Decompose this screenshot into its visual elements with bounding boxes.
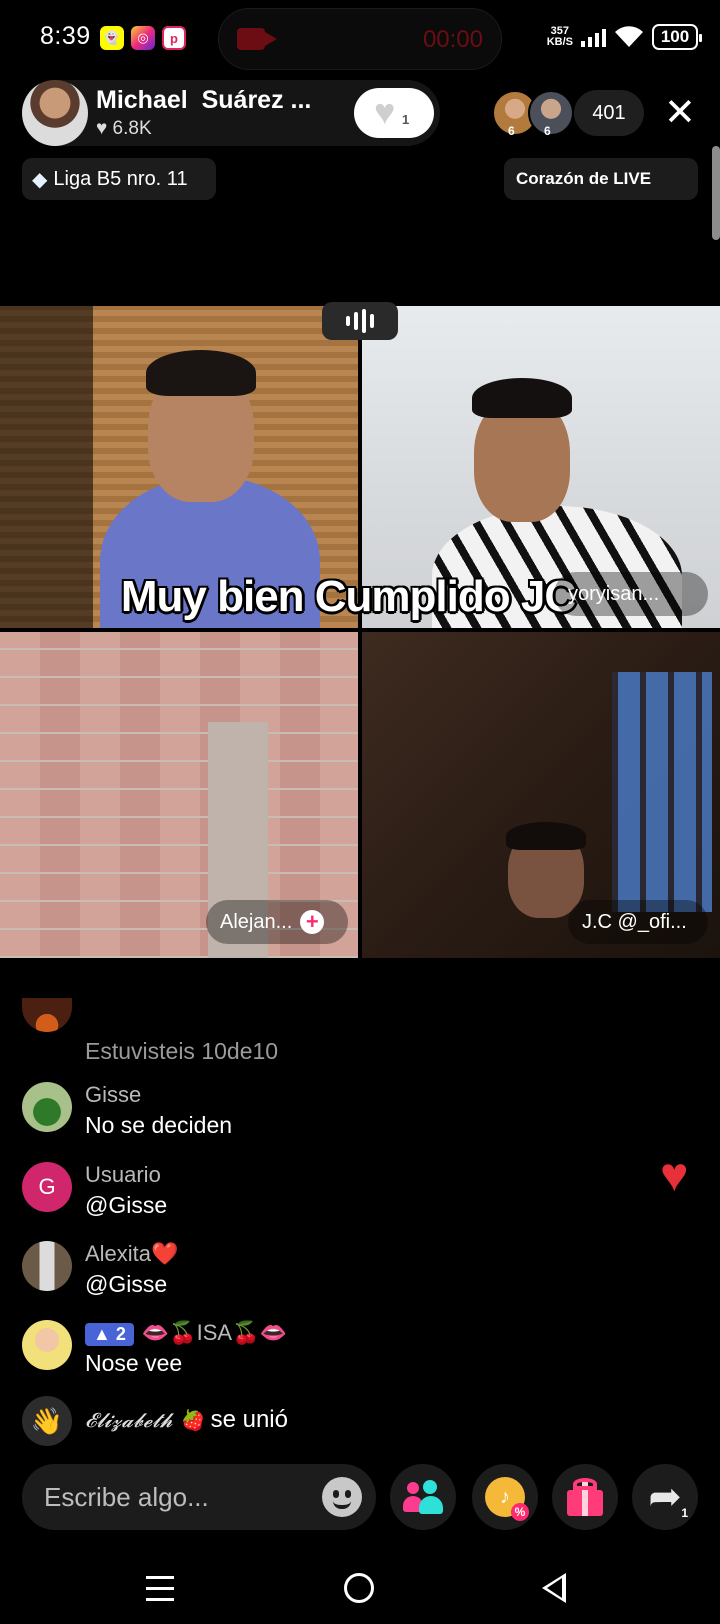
- side-panel-handle[interactable]: [712, 146, 720, 240]
- host-name: Michael Suárez ...: [96, 86, 312, 114]
- window-bars: [612, 672, 712, 912]
- commenter-name: Alexita❤️: [85, 1241, 179, 1266]
- recording-time: 00:00: [422, 26, 483, 53]
- guest-figure: [472, 378, 572, 418]
- snapchat-icon: 👻: [100, 26, 124, 50]
- status-bar: 8:39 👻 ◎ p 00:00 357 KB/S 100: [0, 0, 720, 74]
- share-count: 1: [681, 1506, 688, 1520]
- commenter-name: Usuario: [85, 1162, 161, 1187]
- guest-name: yoryisan...: [568, 582, 660, 605]
- commenter-avatar[interactable]: [22, 1082, 72, 1132]
- comment-text: @Gisse: [85, 1192, 168, 1218]
- status-indicators: 357 KB/S 100: [547, 24, 702, 50]
- ranking-badge[interactable]: Corazón de LIVE: [504, 158, 698, 200]
- gift-icon: [565, 1478, 605, 1516]
- comment-input-placeholder: Escribe algo...: [44, 1482, 209, 1512]
- network-speed: 357 KB/S: [547, 26, 573, 48]
- guest-name-label[interactable]: J.C @_ofi...: [568, 900, 708, 944]
- guest-name: J.C @_ofi...: [582, 910, 687, 933]
- share-arrow-icon: ➦: [648, 1475, 682, 1519]
- status-time: 8:39: [40, 22, 91, 50]
- wave-hand-icon[interactable]: 👋: [22, 1396, 72, 1446]
- notification-icons: 👻 ◎ p: [100, 26, 186, 50]
- league-label: Liga B5 nro. 11: [53, 167, 188, 190]
- guest-figure: [146, 350, 256, 396]
- share-button[interactable]: ➦ 1: [632, 1464, 698, 1530]
- commenter-avatar[interactable]: [22, 1241, 72, 1291]
- heart-icon: ♥: [374, 91, 396, 132]
- audio-level-icon[interactable]: [322, 302, 398, 340]
- people-icon: [403, 1480, 443, 1514]
- back-icon[interactable]: [542, 1573, 566, 1603]
- video-caption-text: Muy bien Cumplido JC: [120, 572, 576, 621]
- join-message: 𝓔𝓵𝓲𝔃𝓪𝓫𝓮𝓽𝓱 🍓 se unió: [85, 1406, 288, 1434]
- guest-name-label[interactable]: yoryisan...: [554, 572, 708, 616]
- battery-indicator: 100: [652, 24, 702, 50]
- network-speed-unit: KB/S: [546, 36, 573, 48]
- multi-guest-video-grid: [0, 306, 720, 958]
- emoji-icon[interactable]: [322, 1477, 362, 1517]
- viewer-count[interactable]: 401: [574, 90, 644, 136]
- add-follow-icon[interactable]: +: [300, 910, 325, 934]
- host-avatar[interactable]: [22, 80, 88, 146]
- host-likes: ♥ 6.8K: [96, 118, 152, 139]
- join-label: se unió: [210, 1406, 288, 1433]
- guest-name-label[interactable]: Alejan... +: [206, 900, 348, 944]
- comment-input[interactable]: Escribe algo...: [22, 1464, 376, 1530]
- joined-user-name: 𝓔𝓵𝓲𝔃𝓪𝓫𝓮𝓽𝓱 🍓: [85, 1408, 204, 1432]
- viewer-avatar[interactable]: 6: [528, 90, 574, 138]
- promote-button[interactable]: ♪: [472, 1464, 538, 1530]
- comment-text: @Gisse: [85, 1271, 168, 1297]
- wifi-icon: [615, 26, 643, 47]
- close-icon[interactable]: ✕: [664, 94, 696, 132]
- signal-icon: [581, 27, 606, 47]
- host-profile-pill[interactable]: Michael Suárez ... ♥ 6.8K ♥ 1: [22, 80, 440, 146]
- user-level-badge: ▲ 2: [85, 1323, 134, 1346]
- recent-apps-icon[interactable]: [146, 1576, 174, 1602]
- floating-heart-icon: ♥: [660, 1149, 689, 1202]
- record-camera-icon: [237, 28, 277, 50]
- viewer-rank-badge: 6: [508, 124, 515, 138]
- app-icon: p: [162, 26, 186, 50]
- follow-heart-button[interactable]: ♥ 1: [354, 88, 434, 138]
- commenter-name: 👄🍒ISA🍒👄: [141, 1320, 287, 1345]
- commenter-name: Gisse: [85, 1082, 142, 1107]
- comment-text: No se deciden: [85, 1112, 233, 1138]
- system-navigation-bar: [0, 1558, 720, 1624]
- screen-recorder-pill[interactable]: 00:00: [218, 8, 502, 70]
- league-badge[interactable]: ◆ Liga B5 nro. 11: [22, 158, 216, 200]
- guest-figure: [506, 822, 586, 850]
- commenter-name-row: ▲ 2 👄🍒ISA🍒👄: [85, 1320, 287, 1346]
- comment-text: Nose vee: [85, 1350, 183, 1376]
- gift-button[interactable]: [552, 1464, 618, 1530]
- multi-guest-button[interactable]: [390, 1464, 456, 1530]
- commenter-avatar[interactable]: [22, 998, 72, 1032]
- promote-icon: ♪: [485, 1477, 529, 1521]
- guest-name: Alejan...: [220, 910, 293, 933]
- commenter-avatar[interactable]: G: [22, 1162, 72, 1212]
- follow-count: 1: [402, 112, 410, 127]
- diamond-icon: ◆: [32, 168, 48, 191]
- viewer-rank-badge: 6: [544, 124, 551, 138]
- instagram-icon: ◎: [131, 26, 155, 50]
- commenter-avatar[interactable]: [22, 1320, 72, 1370]
- home-icon[interactable]: [344, 1573, 374, 1603]
- comment-text: Estuvisteis 10de10: [85, 1038, 279, 1064]
